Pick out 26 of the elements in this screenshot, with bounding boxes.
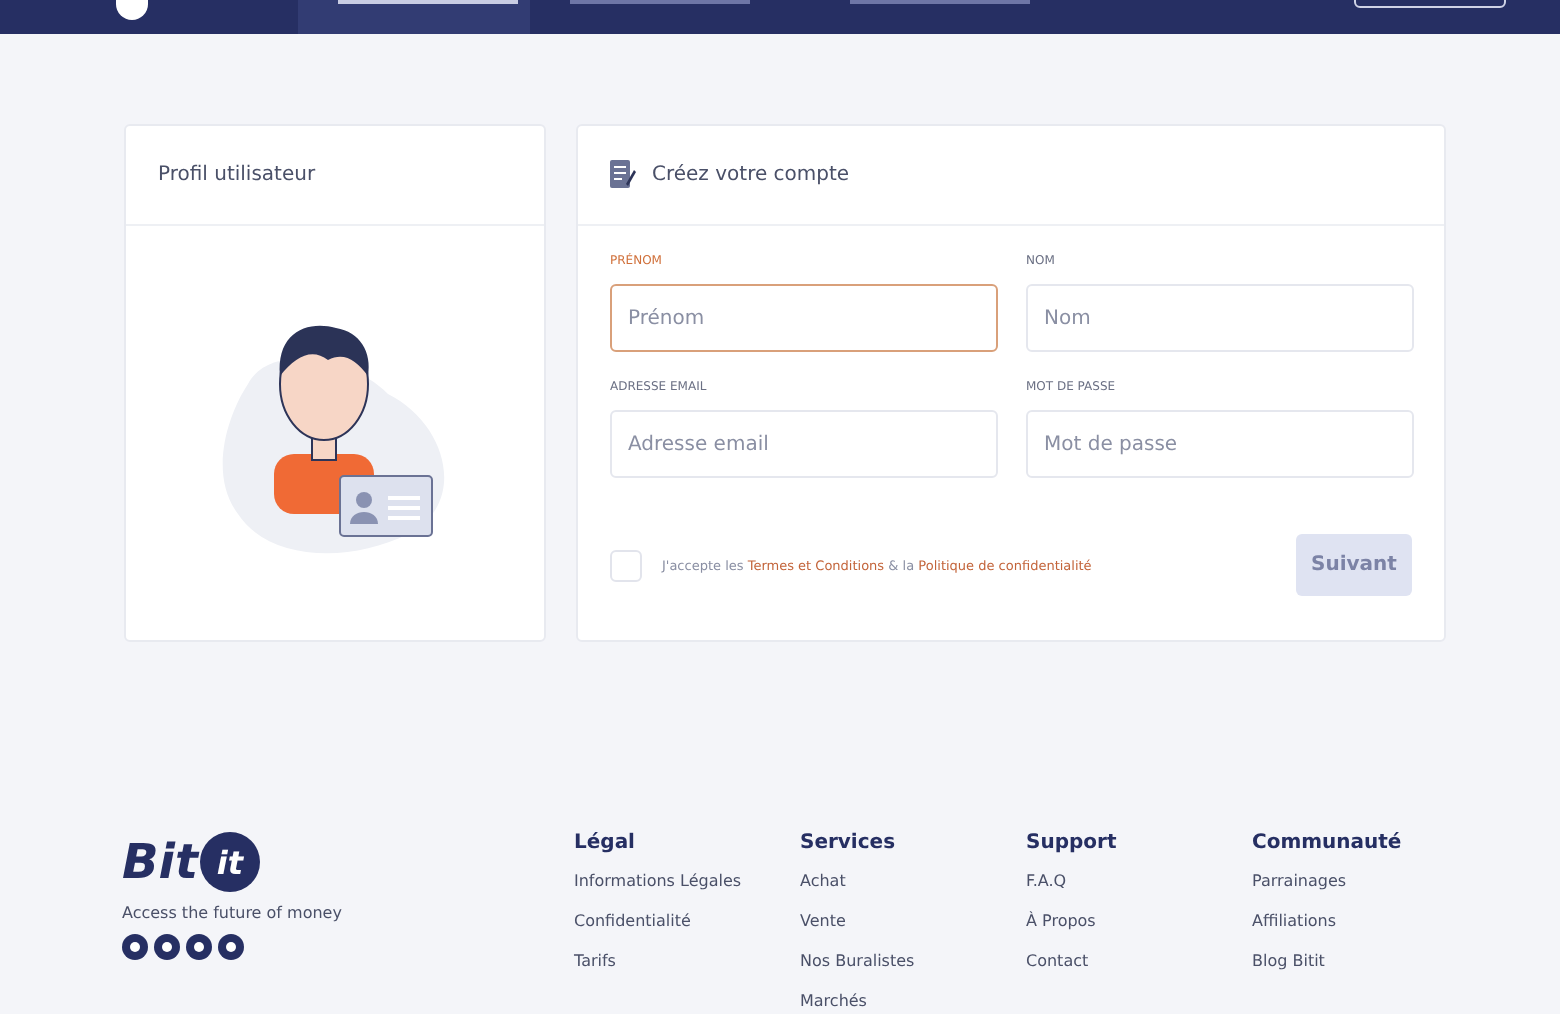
footer-link[interactable]: Nos Buralistes — [800, 952, 1026, 992]
footer-column-title: Légal — [574, 832, 637, 854]
footer-link[interactable]: Marchés — [800, 992, 1026, 1014]
footer-link[interactable]: Achat — [800, 872, 1026, 912]
document-edit-icon — [610, 160, 636, 190]
footer-link[interactable]: F.A.Q — [1026, 872, 1252, 912]
nav-tab[interactable] — [298, 0, 530, 34]
card-title: Créez votre compte — [652, 164, 850, 186]
footer-link[interactable]: Vente — [800, 912, 1026, 952]
footer-column-title: Services — [800, 832, 898, 854]
footer-column-title: Support — [1026, 832, 1119, 854]
footer-link[interactable]: Tarifs — [574, 952, 800, 992]
footer-link[interactable]: À Propos — [1026, 912, 1252, 952]
footer-link[interactable]: Confidentialité — [574, 912, 800, 952]
input-field[interactable]: Prénom — [610, 284, 998, 352]
terms-checkbox[interactable] — [610, 549, 642, 581]
footer-link[interactable]: Affiliations — [1252, 912, 1478, 952]
footer-column-title: Communauté — [1252, 832, 1404, 854]
card-title: Profil utilisateur — [158, 164, 316, 186]
footer-link[interactable]: Parrainages — [1252, 872, 1478, 912]
footer-link[interactable]: Contact — [1026, 952, 1252, 992]
brand-logo: Bit it — [122, 832, 574, 892]
logo-icon — [116, 0, 148, 20]
footer-link[interactable]: Informations Légales — [574, 872, 800, 912]
footer-link[interactable]: Blog Bitit — [1252, 952, 1478, 992]
tagline: Access the future of money — [122, 904, 344, 922]
